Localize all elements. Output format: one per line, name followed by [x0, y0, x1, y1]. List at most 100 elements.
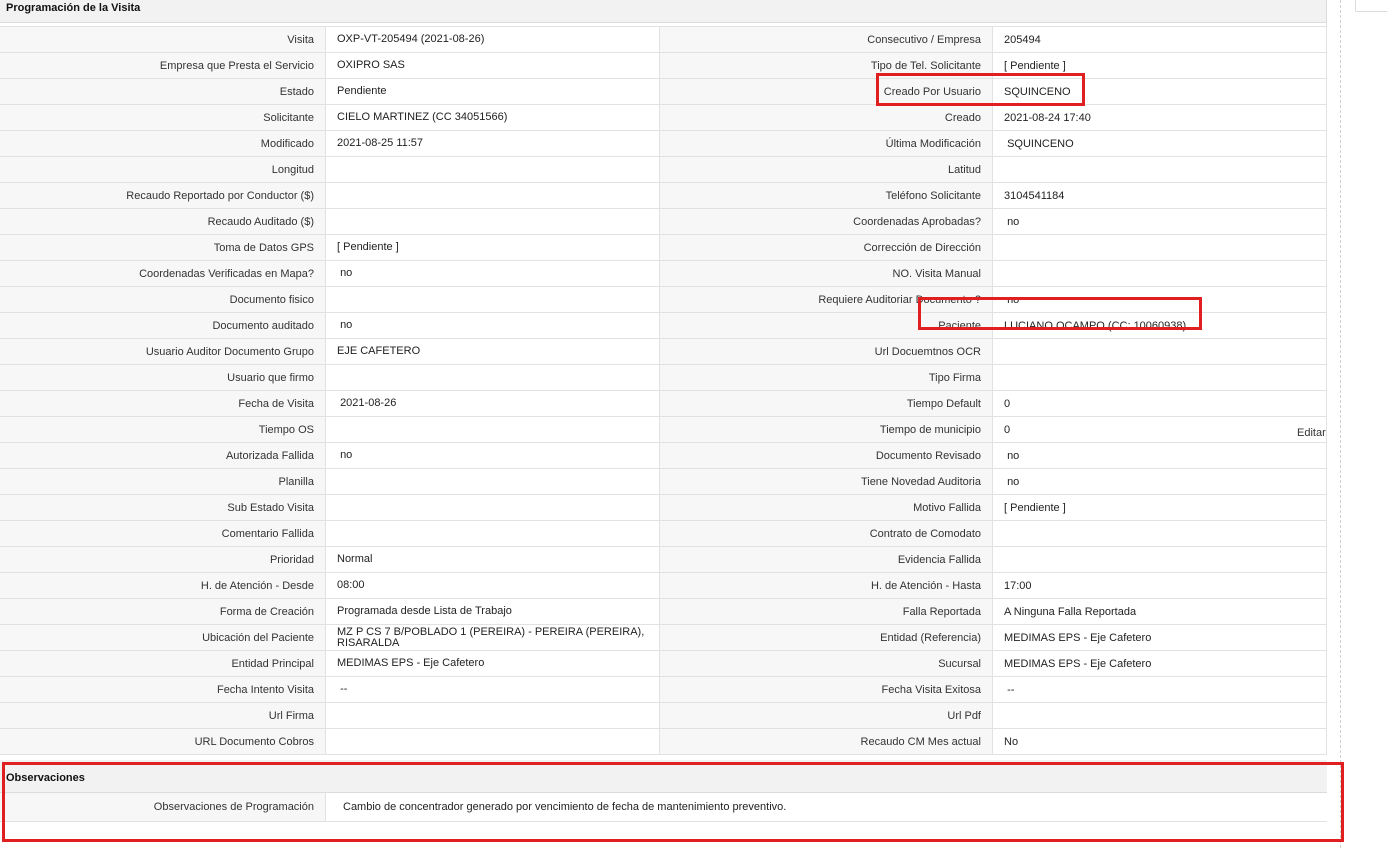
table-row: Documento fisico Requiere Auditoriar Docu…: [0, 287, 1327, 313]
field-value-text: no: [337, 449, 353, 461]
table-row: Documento auditado no Paciente LUCIANO OCA…: [0, 313, 1327, 339]
table-row: Autorizada Fallida no Documento Revisado …: [0, 443, 1327, 469]
field-label-text: Evidencia Fallida: [897, 553, 981, 566]
field-label-text: Fecha Visita Exitosa: [881, 683, 981, 696]
observaciones-value-text: Cambio de concentrador generado por venc…: [343, 801, 787, 813]
divider: [1326, 0, 1327, 26]
field-value-text: MEDIMAS EPS - Eje Cafetero: [1004, 631, 1152, 644]
field-value-text: [ Pendiente ]: [1004, 501, 1066, 514]
field-label-text: Creado Por Usuario: [883, 85, 981, 98]
field-label: Recaudo Reportado por Conductor ($): [0, 183, 326, 208]
field-value: Pendiente: [326, 79, 660, 104]
field-label: Url Pdf: [660, 703, 993, 728]
field-label-text: Usuario Auditor Documento Grupo: [145, 345, 314, 358]
field-label-text: Autorizada Fallida: [225, 449, 314, 462]
field-label: Toma de Datos GPS: [0, 235, 326, 260]
field-label: Teléfono Solicitante: [660, 183, 993, 208]
field-value-text: no: [337, 267, 353, 279]
field-label-text: Requiere Auditoriar Documento ?: [818, 293, 981, 306]
field-label-text: Recaudo Reportado por Conductor ($): [126, 189, 314, 202]
field-value-text: 17:00: [1004, 579, 1032, 592]
field-label: Fecha Intento Visita: [0, 677, 326, 702]
observaciones-header: Observaciones: [0, 760, 1327, 793]
field-value: 3104541184: [993, 183, 1327, 208]
table-row: Forma de Creación Programada desde Lista …: [0, 599, 1327, 625]
field-label-text: URL Documento Cobros: [194, 735, 314, 748]
observaciones-section: Observaciones Observaciones de Programac…: [0, 760, 1327, 822]
field-label-text: Coordenadas Aprobadas?: [853, 215, 981, 228]
table-row: Ubicación del Paciente MZ P CS 7 B/POBLAD…: [0, 625, 1327, 651]
field-value-text: Programada desde Lista de Trabajo: [337, 605, 512, 617]
field-value-text: A Ninguna Falla Reportada: [1004, 605, 1137, 618]
field-label-text: Entidad (Referencia): [880, 631, 981, 644]
field-label: H. de Atención - Desde: [0, 573, 326, 598]
field-label: Recaudo Auditado ($): [0, 209, 326, 234]
panel-divider: [1340, 0, 1341, 848]
field-label: Consecutivo / Empresa: [660, 27, 993, 52]
field-value-text: Normal: [337, 553, 373, 565]
field-label-text: NO. Visita Manual: [892, 267, 981, 280]
field-label-text: Url Firma: [268, 709, 314, 722]
field-label: Coordenadas Aprobadas?: [660, 209, 993, 234]
edit-link[interactable]: Editar: [1297, 427, 1326, 439]
field-value: --: [326, 677, 660, 702]
field-value: no: [993, 287, 1327, 312]
field-label-text: Documento Revisado: [875, 449, 981, 462]
field-value: [993, 365, 1327, 390]
field-label: Url Docuemtnos OCR: [660, 339, 993, 364]
field-label: Recaudo CM Mes actual: [660, 729, 993, 754]
field-value-text: MZ P CS 7 B/POBLADO 1 (PEREIRA) - PEREIR…: [337, 625, 648, 649]
table-row: Empresa que Presta el Servicio OXIPRO SAS…: [0, 53, 1327, 79]
field-label: Solicitante: [0, 105, 326, 130]
field-value: no: [993, 443, 1327, 468]
field-label: Requiere Auditoriar Documento ?: [660, 287, 993, 312]
field-value: 0: [993, 417, 1327, 442]
field-value: [326, 521, 660, 546]
field-label-text: Estado: [279, 85, 314, 98]
table-row: Solicitante CIELO MARTINEZ (CC 34051566) C…: [0, 105, 1327, 131]
table-row: Fecha Intento Visita -- Fecha Visita Exit…: [0, 677, 1327, 703]
table-row: Usuario que firmo Tipo Firma: [0, 365, 1327, 391]
field-value: [993, 235, 1327, 260]
field-value: A Ninguna Falla Reportada: [993, 599, 1327, 624]
field-label-text: Toma de Datos GPS: [213, 241, 314, 254]
field-value: SQUINCENO: [993, 79, 1327, 104]
field-value: [993, 521, 1327, 546]
field-label: Corrección de Dirección: [660, 235, 993, 260]
field-label: Contrato de Comodato: [660, 521, 993, 546]
field-label: Sucursal: [660, 651, 993, 676]
field-value: no: [993, 209, 1327, 234]
field-label-text: Planilla: [278, 475, 314, 488]
field-label-text: Latitud: [947, 163, 981, 176]
field-label: Coordenadas Verificadas en Mapa?: [0, 261, 326, 286]
field-value-text: SQUINCENO: [1004, 85, 1071, 98]
field-label: Comentario Fallida: [0, 521, 326, 546]
field-value: [326, 703, 660, 728]
table-row: Recaudo Reportado por Conductor ($) Teléf…: [0, 183, 1327, 209]
field-value: SQUINCENO: [993, 131, 1327, 156]
table-row: Visita OXP-VT-205494 (2021-08-26) Consecut…: [0, 27, 1327, 53]
field-label: Motivo Fallida: [660, 495, 993, 520]
observaciones-label: Observaciones de Programación: [0, 793, 326, 821]
field-value: 2021-08-25 11:57: [326, 131, 660, 156]
field-value: LUCIANO OCAMPO (CC: 10060938): [993, 313, 1327, 338]
field-value: CIELO MARTINEZ (CC 34051566): [326, 105, 660, 130]
observaciones-title: Observaciones: [6, 772, 85, 784]
field-value-text: 3104541184: [1004, 189, 1065, 202]
observaciones-row: Observaciones de Programación Cambio de …: [0, 793, 1327, 822]
field-label-text: Tiene Novedad Auditoria: [860, 475, 981, 488]
field-label-text: Longitud: [271, 163, 314, 176]
field-label-text: Tiempo de municipio: [879, 423, 981, 436]
field-value: 17:00: [993, 573, 1327, 598]
field-value: [326, 365, 660, 390]
field-value-text: Pendiente: [337, 85, 387, 97]
field-label: Tipo Firma: [660, 365, 993, 390]
field-label-text: Tiempo OS: [258, 423, 314, 436]
field-value: MEDIMAS EPS - Eje Cafetero: [326, 651, 660, 676]
field-value: --: [993, 677, 1327, 702]
field-label: Longitud: [0, 157, 326, 182]
field-label-text: Motivo Fallida: [913, 501, 981, 514]
field-label: Última Modificación: [660, 131, 993, 156]
field-label: Paciente: [660, 313, 993, 338]
field-label: Url Firma: [0, 703, 326, 728]
